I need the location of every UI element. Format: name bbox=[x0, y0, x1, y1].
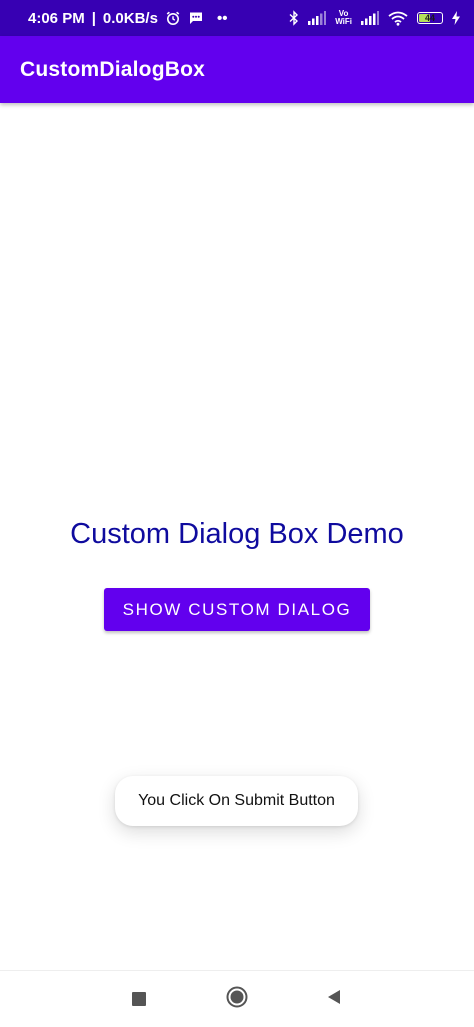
status-time: 4:06 PM bbox=[28, 9, 85, 27]
toast-message: You Click On Submit Button bbox=[115, 776, 358, 826]
bluetooth-icon bbox=[289, 10, 299, 26]
battery-level: 44 bbox=[424, 13, 435, 23]
signal-icon-2 bbox=[361, 11, 379, 25]
message-icon bbox=[188, 10, 204, 26]
app-bar: CustomDialogBox bbox=[0, 36, 474, 103]
alarm-icon bbox=[165, 10, 181, 26]
battery-body: 44 bbox=[417, 12, 443, 24]
status-left: 4:06 PM | 0.0KB/s •• bbox=[28, 10, 227, 27]
screen: 4:06 PM | 0.0KB/s •• Vo WiFi 44 CustomDi… bbox=[0, 0, 474, 1027]
status-network-speed: 0.0KB/s bbox=[102, 9, 158, 27]
signal-icon bbox=[308, 11, 327, 25]
recents-button[interactable] bbox=[119, 979, 159, 1019]
navigation-bar bbox=[0, 970, 474, 1027]
back-button[interactable] bbox=[314, 979, 354, 1019]
app-title: CustomDialogBox bbox=[20, 57, 206, 81]
show-custom-dialog-button[interactable]: SHOW CUSTOM DIALOG bbox=[104, 588, 370, 631]
vowifi-bottom: WiFi bbox=[335, 17, 352, 26]
demo-heading: Custom Dialog Box Demo bbox=[70, 518, 404, 550]
status-more: •• bbox=[216, 9, 228, 27]
toast-text: You Click On Submit Button bbox=[138, 792, 335, 809]
charging-icon bbox=[452, 11, 460, 25]
recents-icon bbox=[132, 992, 146, 1006]
home-icon bbox=[225, 985, 249, 1014]
status-separator: | bbox=[91, 9, 96, 27]
wifi-icon bbox=[388, 11, 408, 26]
home-button[interactable] bbox=[217, 979, 257, 1019]
back-icon bbox=[326, 989, 342, 1010]
status-right: Vo WiFi 44 bbox=[289, 10, 460, 26]
battery-icon: 44 bbox=[417, 12, 443, 24]
vowifi-indicator: Vo WiFi bbox=[335, 10, 352, 26]
status-bar: 4:06 PM | 0.0KB/s •• Vo WiFi 44 bbox=[0, 0, 474, 36]
